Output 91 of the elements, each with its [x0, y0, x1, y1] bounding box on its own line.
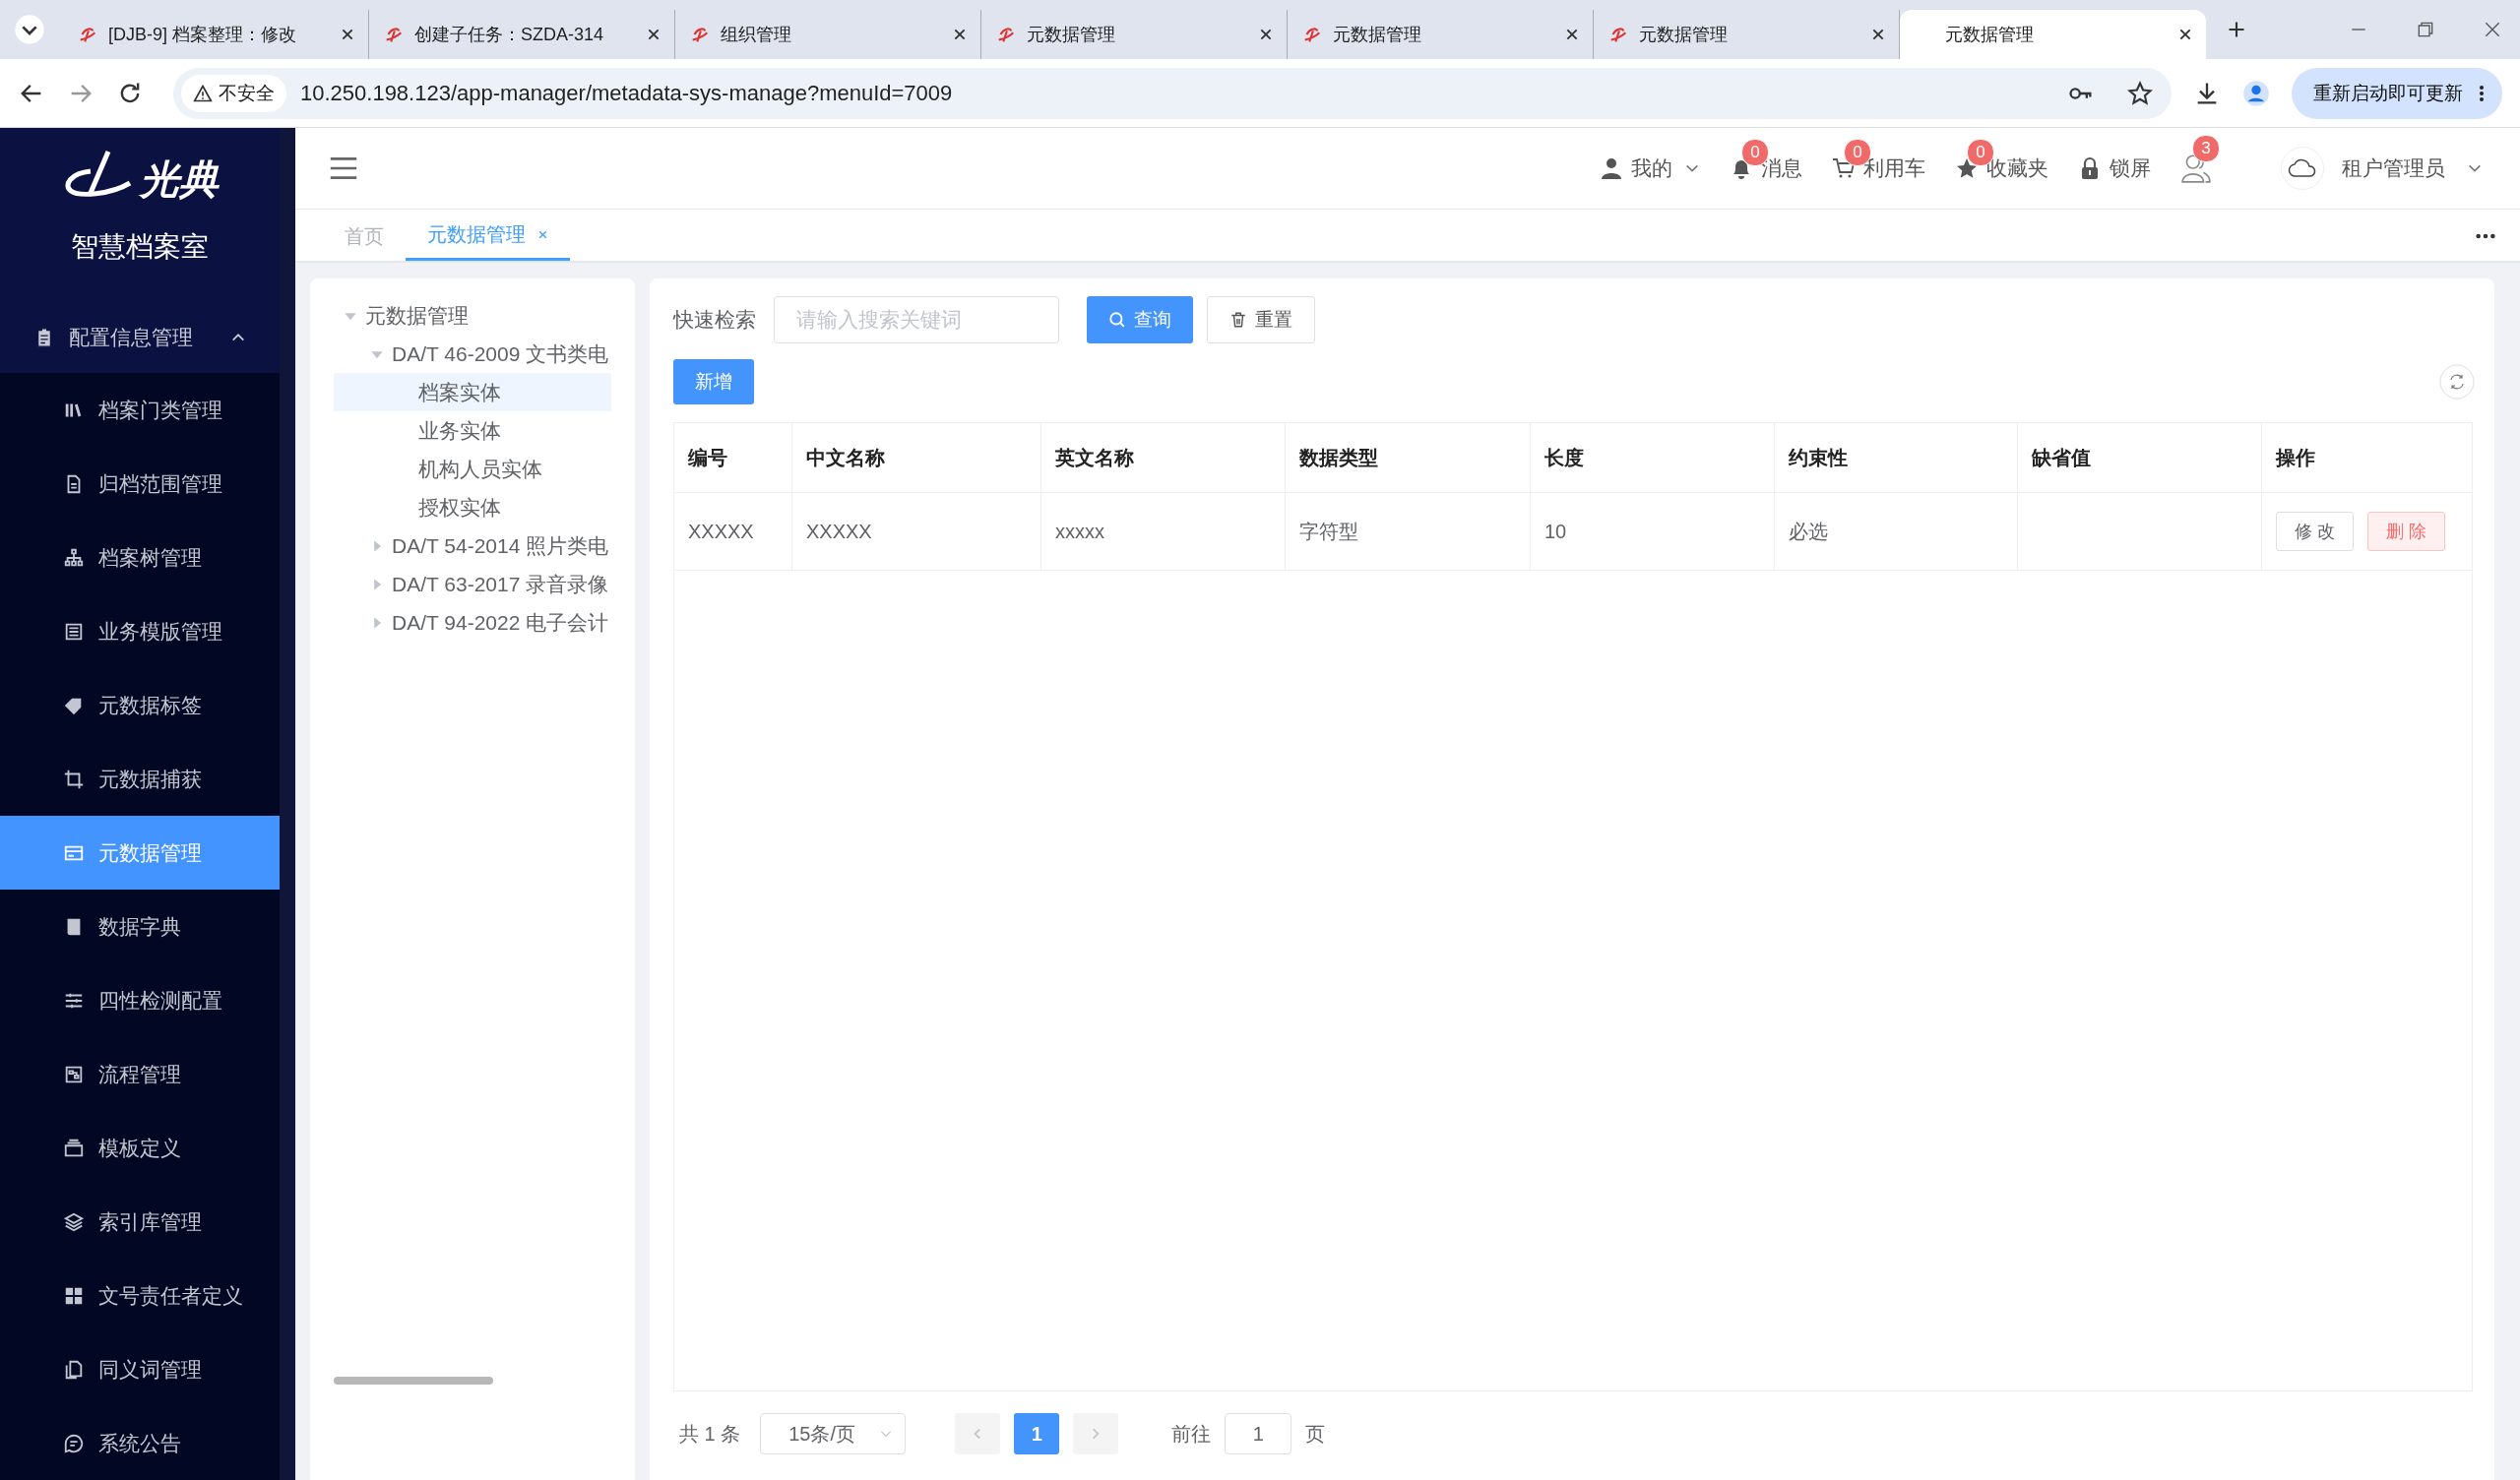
menu-item[interactable]: 元数据捕获	[0, 742, 280, 816]
page-suffix: 页	[1305, 1421, 1326, 1447]
close-icon[interactable]	[1259, 28, 1273, 41]
user-menu[interactable]: 我的	[1600, 135, 1708, 182]
tree-item[interactable]: DA/T 54-2014 照片类电	[334, 526, 611, 565]
trash-icon	[1229, 311, 1247, 329]
tree-item[interactable]: DA/T 94-2022 电子会计	[334, 603, 611, 642]
menu-item[interactable]: 四性检测配置	[0, 963, 280, 1037]
layers-icon	[63, 1210, 85, 1233]
table-cell: XXXXX	[674, 493, 792, 570]
search-field[interactable]: 请输入搜索关键词	[774, 296, 1059, 343]
cart-icon	[1832, 156, 1856, 180]
column-header: 英文名称	[1041, 423, 1286, 492]
update-button[interactable]: 重新启动即可更新	[2292, 67, 2502, 119]
menu-item[interactable]: 模板定义	[0, 1111, 280, 1185]
refresh-icon[interactable]	[2439, 364, 2475, 400]
menu-icon[interactable]	[329, 156, 358, 180]
close-icon[interactable]	[953, 28, 967, 41]
menu-item[interactable]: 流程管理	[0, 1037, 280, 1111]
close-icon[interactable]	[2485, 22, 2500, 37]
tree-item[interactable]: 授权实体	[334, 488, 611, 526]
tree-item[interactable]: 元数据管理	[334, 296, 611, 335]
table-cell: 10	[1531, 493, 1775, 570]
new-tab-icon[interactable]	[2228, 21, 2245, 38]
chat-icon	[63, 1432, 85, 1454]
column-header: 缺省值	[2018, 423, 2262, 492]
security-label: 不安全	[219, 81, 275, 105]
tray-icon	[63, 1137, 85, 1159]
column-header: 操作	[2274, 445, 2316, 470]
table-cell: xxxxx	[1041, 493, 1286, 570]
star-outline-icon[interactable]	[2126, 79, 2154, 107]
search-label: 快速检索	[673, 307, 756, 333]
table-cell: 必选	[1775, 493, 2018, 570]
people-icon	[2180, 153, 2212, 184]
tree-item[interactable]: 业务实体	[334, 411, 611, 450]
count-badge: 3	[2192, 135, 2220, 162]
lock-screen-link[interactable]: 锁屏	[2078, 135, 2159, 182]
browser-tab[interactable]: 元数据管理	[1900, 10, 2206, 59]
menu-group[interactable]: 配置信息管理	[0, 302, 280, 373]
close-icon[interactable]	[647, 28, 661, 41]
app-title: 智慧档案室	[71, 230, 209, 264]
menu-item[interactable]: 业务模版管理	[0, 594, 280, 668]
tree-item[interactable]: DA/T 46-2009 文书类电	[334, 335, 611, 373]
close-icon[interactable]	[1565, 28, 1579, 41]
warning-icon	[193, 83, 213, 103]
more-icon[interactable]	[2475, 233, 2496, 239]
menu-item[interactable]: 档案树管理	[0, 521, 280, 594]
copy-icon	[63, 1358, 85, 1381]
logo-text: 光典	[140, 155, 219, 203]
menu-item[interactable]: 档案门类管理	[0, 373, 280, 447]
tab-search-icon[interactable]	[14, 14, 45, 45]
goto-label: 前往	[1171, 1421, 1212, 1447]
more-icon[interactable]	[2479, 83, 2485, 103]
close-icon[interactable]	[1871, 28, 1885, 41]
menu-item[interactable]: 同义词管理	[0, 1332, 280, 1406]
menu-item[interactable]: 元数据标签	[0, 668, 280, 742]
scrollbar-thumb[interactable]	[334, 1377, 493, 1385]
tree-item[interactable]: DA/T 63-2017 录音录像	[334, 565, 611, 603]
tree-item[interactable]: 档案实体	[334, 373, 611, 411]
crop-icon	[63, 768, 85, 790]
page-size-select[interactable]: 15条/页	[760, 1413, 907, 1454]
table-cell: 字符型	[1286, 493, 1531, 570]
total-count: 共 1 条	[679, 1421, 741, 1447]
column-header: 数据类型	[1286, 423, 1531, 492]
page-number-field[interactable]: 1	[1225, 1413, 1292, 1454]
column-header: 编号	[674, 423, 792, 492]
menu-item[interactable]: 系统公告	[0, 1406, 280, 1480]
menu-item[interactable]: 数据字典	[0, 890, 280, 963]
menu-item[interactable]: 归档范围管理	[0, 447, 280, 521]
column-header: 长度	[1531, 423, 1775, 492]
close-icon[interactable]	[2178, 28, 2192, 41]
person-icon	[1600, 156, 1623, 180]
restore-icon[interactable]	[2418, 22, 2433, 37]
edit-button[interactable]: 修 改	[2276, 512, 2354, 551]
column-header: 中文名称	[792, 423, 1041, 492]
star-icon	[1955, 156, 1979, 180]
column-header: 约束性	[1775, 423, 2018, 492]
cloud-icon	[2288, 158, 2317, 178]
hierarchy-icon	[63, 546, 85, 569]
reset-button[interactable]: 重置	[1207, 296, 1315, 343]
menu-item[interactable]: 文号责任者定义	[0, 1259, 280, 1332]
account-menu[interactable]: 租户管理员	[2281, 127, 2490, 190]
close-icon[interactable]	[341, 28, 354, 41]
url-text: 10.250.198.123/app-manager/metadata-sys-manage?menuId=7009	[300, 80, 954, 106]
profile-icon[interactable]	[2242, 79, 2270, 107]
security-chip[interactable]: 不安全	[181, 74, 286, 112]
menu-item[interactable]: 索引库管理	[0, 1185, 280, 1259]
table-cell: XXXXX	[792, 493, 1041, 570]
tree-item[interactable]: 机构人员实体	[334, 450, 611, 488]
address-bar[interactable]: 不安全 10.250.198.123/app-manager/metadata-sys-manage?menuId=7009	[173, 67, 2172, 119]
search-icon	[1108, 311, 1126, 329]
